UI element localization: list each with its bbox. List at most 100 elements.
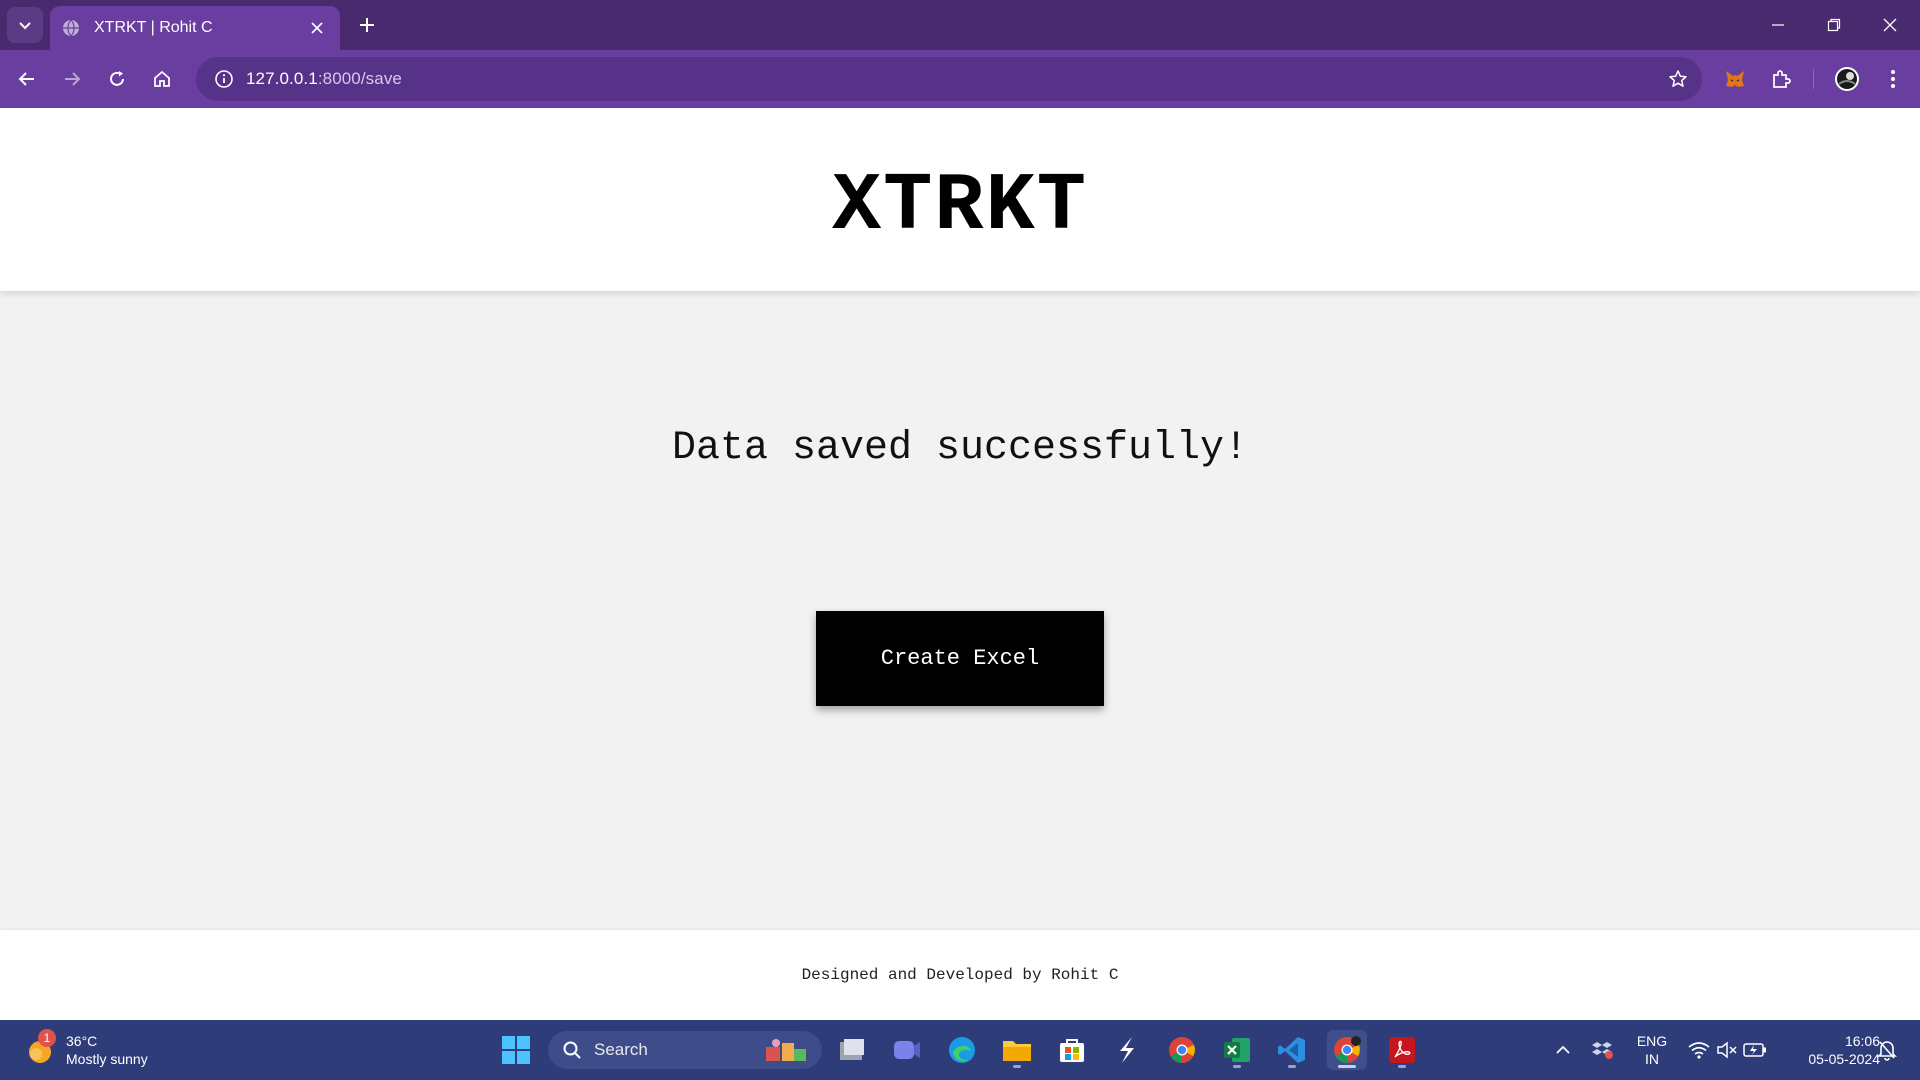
- profile-button[interactable]: [1827, 59, 1867, 99]
- browser-menu-button[interactable]: [1873, 59, 1913, 99]
- start-button[interactable]: [496, 1030, 536, 1070]
- language-indicator[interactable]: ENG IN: [1630, 1032, 1674, 1068]
- reload-icon: [110, 71, 124, 86]
- taskbar-search[interactable]: Search: [548, 1031, 822, 1069]
- create-excel-button[interactable]: Create Excel: [816, 611, 1104, 706]
- weather-sun-icon: 1: [22, 1029, 58, 1068]
- extensions-button[interactable]: [1761, 59, 1801, 99]
- notification-button[interactable]: [1872, 1020, 1902, 1080]
- excel-icon: [1224, 1038, 1250, 1062]
- clock-time: 16:06: [1844, 1033, 1880, 1049]
- profile-avatar-icon: [1835, 67, 1859, 91]
- file-explorer-button[interactable]: [997, 1030, 1037, 1070]
- tab-title: XTRKT | Rohit C: [94, 19, 213, 36]
- tab-search-icon: [19, 22, 31, 30]
- start-icon: [502, 1036, 530, 1064]
- toolbar-divider: [1813, 69, 1814, 89]
- metamask-extension-icon: [1726, 71, 1744, 87]
- app-s-icon: [1120, 1037, 1134, 1063]
- bookmark-star-icon: [1669, 70, 1687, 87]
- acrobat-button[interactable]: [1382, 1030, 1422, 1070]
- volume-button[interactable]: [1712, 1020, 1742, 1080]
- tab-search-button[interactable]: [7, 7, 43, 43]
- close-window-icon: [1883, 18, 1897, 32]
- forward-button[interactable]: [52, 59, 92, 99]
- reload-button[interactable]: [97, 59, 137, 99]
- battery-charging-icon: [1743, 1043, 1766, 1057]
- chrome-icon: [1169, 1037, 1195, 1063]
- site-info-icon: [215, 70, 233, 88]
- extensions-puzzle-icon: [1773, 70, 1791, 88]
- file-explorer-icon: [1003, 1041, 1031, 1061]
- clock-date: 05-05-2024: [1808, 1051, 1880, 1067]
- site-info-button[interactable]: [202, 57, 246, 101]
- battery-button[interactable]: [1740, 1020, 1770, 1080]
- minimize-icon: [1772, 24, 1784, 26]
- running-indicator: [1288, 1065, 1296, 1068]
- browser-tabstrip: XTRKT | Rohit C: [0, 0, 1920, 50]
- running-indicator: [1398, 1065, 1406, 1068]
- browser-tab[interactable]: XTRKT | Rohit C: [50, 6, 340, 50]
- running-indicator: [1013, 1065, 1021, 1068]
- minimize-button[interactable]: [1750, 0, 1806, 50]
- site-footer: Designed and Developed by Rohit C: [0, 930, 1920, 1020]
- weather-temp: 36°C: [66, 1033, 98, 1049]
- chrome-active-icon: [1334, 1036, 1361, 1063]
- web-page: XTRKT Data saved successfully! Create Ex…: [0, 108, 1920, 1020]
- task-view-button[interactable]: [832, 1030, 872, 1070]
- store-button[interactable]: [1052, 1030, 1092, 1070]
- tray-overflow-button[interactable]: [1548, 1020, 1578, 1080]
- weather-condition: Mostly sunny: [66, 1051, 148, 1067]
- plus-icon: [360, 18, 374, 32]
- weather-widget[interactable]: 1 36°C Mostly sunny: [22, 1028, 148, 1072]
- chrome-button[interactable]: [1162, 1030, 1202, 1070]
- tray-dropbox-button[interactable]: [1588, 1020, 1618, 1080]
- edge-button[interactable]: [942, 1030, 982, 1070]
- url-text[interactable]: 127.0.0.1:8000/save: [246, 69, 402, 89]
- url-host: 127.0.0.1: [246, 69, 318, 88]
- home-button[interactable]: [142, 59, 182, 99]
- site-header: XTRKT: [0, 108, 1920, 291]
- wifi-button[interactable]: [1684, 1020, 1714, 1080]
- lang-top: ENG: [1636, 1033, 1668, 1049]
- chrome-active-button[interactable]: [1327, 1030, 1367, 1070]
- lang-bottom: IN: [1645, 1051, 1659, 1067]
- vscode-icon: [1278, 1037, 1305, 1063]
- running-indicator: [1338, 1065, 1356, 1068]
- search-highlight-icon: [766, 1039, 806, 1061]
- chevron-up-icon: [1556, 1045, 1570, 1054]
- notification-bell-icon: [1877, 1041, 1897, 1061]
- taskbar: 1 36°C Mostly sunny Search ENG IN 16:06 …: [0, 1020, 1920, 1080]
- teams-icon: [894, 1041, 920, 1059]
- weather-badge: 1: [38, 1029, 56, 1047]
- address-bar[interactable]: 127.0.0.1:8000/save: [196, 57, 1702, 101]
- metamask-extension-button[interactable]: [1715, 59, 1755, 99]
- search-icon: [563, 1041, 581, 1059]
- store-icon: [1060, 1039, 1084, 1062]
- restore-button[interactable]: [1806, 0, 1862, 50]
- taskbar-clock[interactable]: 16:06 05-05-2024: [1780, 1032, 1880, 1068]
- close-window-button[interactable]: [1862, 0, 1918, 50]
- back-button[interactable]: [7, 59, 47, 99]
- forward-icon: [65, 72, 81, 86]
- globe-icon: [63, 19, 79, 37]
- app-s-button[interactable]: [1107, 1030, 1147, 1070]
- tab-close-button[interactable]: [306, 17, 328, 39]
- acrobat-icon: [1389, 1037, 1415, 1063]
- running-indicator: [1233, 1065, 1241, 1068]
- excel-button[interactable]: [1217, 1030, 1257, 1070]
- search-placeholder: Search: [594, 1040, 648, 1059]
- browser-toolbar: 127.0.0.1:8000/save: [0, 50, 1920, 108]
- wifi-icon: [1688, 1042, 1710, 1059]
- teams-button[interactable]: [887, 1030, 927, 1070]
- site-logo: XTRKT: [831, 160, 1089, 253]
- dropbox-sync-icon: [1592, 1042, 1613, 1059]
- new-tab-button[interactable]: [352, 10, 382, 40]
- close-icon: [311, 22, 323, 34]
- edge-icon: [949, 1037, 975, 1063]
- bookmark-button[interactable]: [1666, 67, 1690, 91]
- task-view-icon: [840, 1039, 864, 1060]
- vscode-button[interactable]: [1272, 1030, 1312, 1070]
- footer-credit: Designed and Developed by Rohit C: [801, 966, 1119, 984]
- back-icon: [18, 72, 34, 86]
